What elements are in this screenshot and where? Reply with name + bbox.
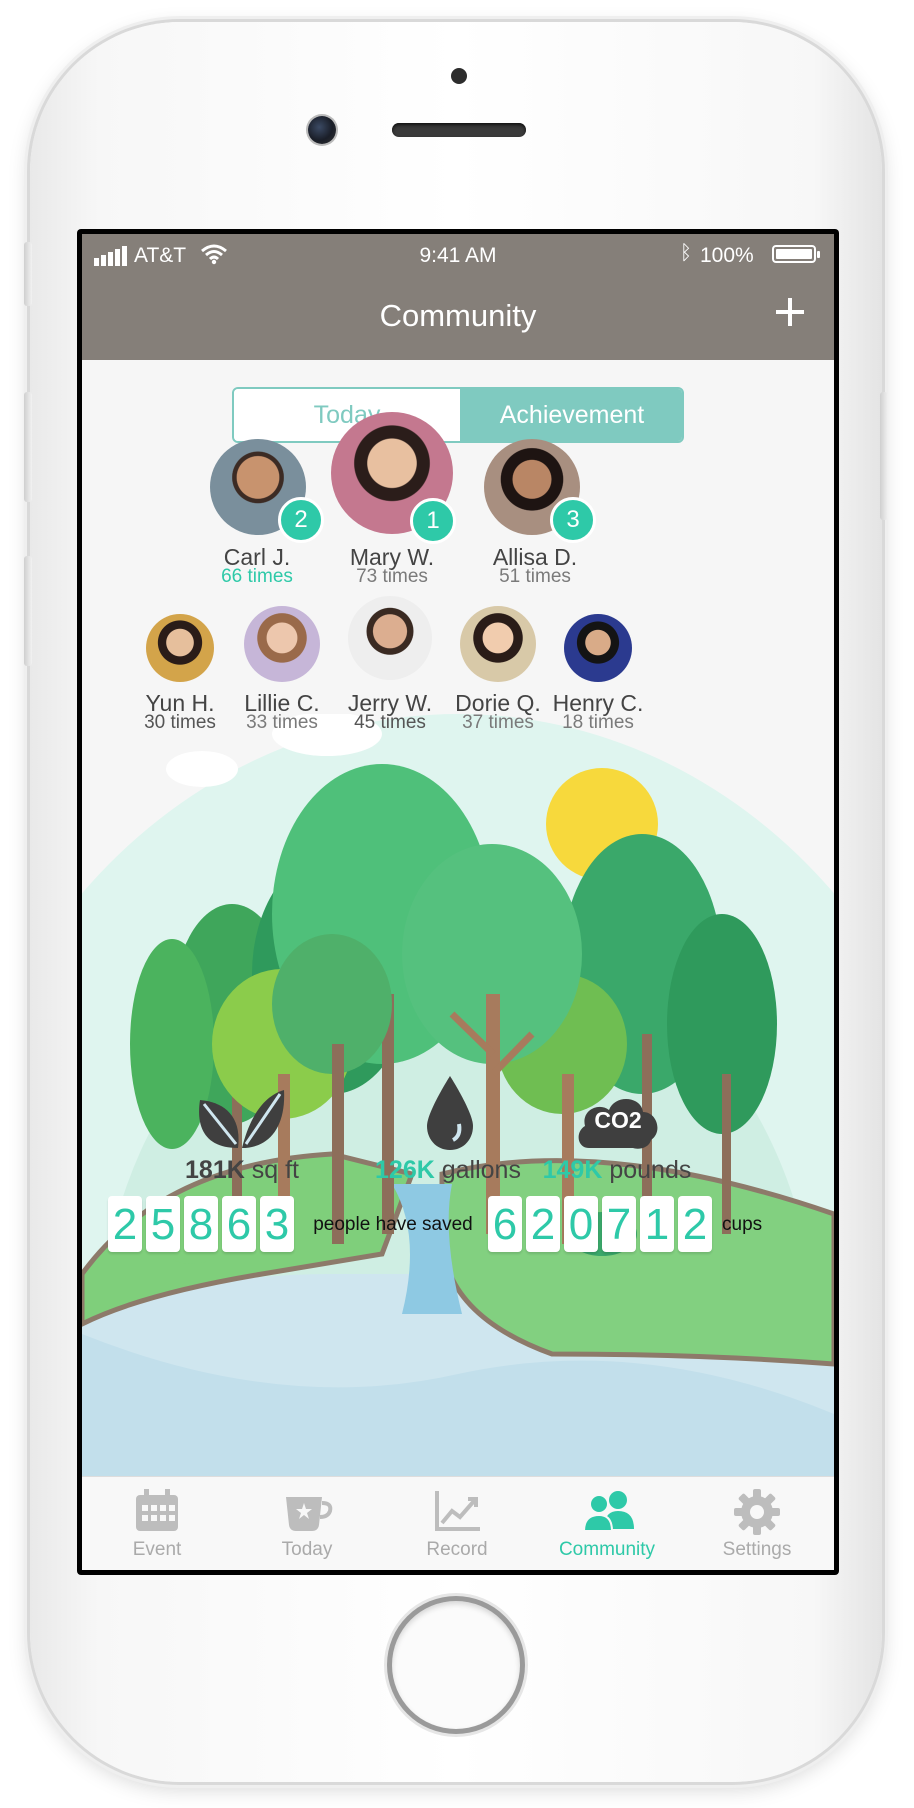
counter-digit: 2 — [526, 1196, 560, 1252]
tab-community[interactable]: Community — [532, 1477, 682, 1570]
rank-badge: 1 — [410, 498, 456, 544]
rank-badge: 2 — [278, 497, 324, 543]
battery-icon — [772, 245, 820, 263]
page-title: Community — [379, 298, 537, 333]
proximity-sensor — [451, 68, 467, 84]
tab-label: Community — [558, 1539, 656, 1560]
volume-up-button — [24, 392, 32, 502]
gear-icon — [734, 1489, 780, 1535]
counter-digit: 5 — [146, 1196, 180, 1252]
user-times: 66 times — [221, 566, 293, 587]
avatar-lillie[interactable] — [244, 606, 320, 682]
stat-co2-unit: pounds — [609, 1156, 692, 1184]
segmented-control: Today Achievement — [232, 387, 684, 443]
counter-digit: 6 — [222, 1196, 256, 1252]
counter-digit: 7 — [602, 1196, 636, 1252]
avatar-henry[interactable] — [564, 614, 632, 682]
user-times: 33 times — [246, 712, 318, 733]
user-times: 73 times — [356, 566, 428, 587]
people-saved-label: people have saved — [313, 1214, 473, 1235]
earpiece-speaker — [392, 123, 526, 137]
stat-water-value: 126K — [375, 1156, 435, 1184]
coffee-cup-icon — [286, 1497, 333, 1531]
chart-line-icon — [435, 1491, 480, 1531]
counter-digit: 2 — [678, 1196, 712, 1252]
mute-switch — [24, 242, 32, 306]
counter-digit: 6 — [488, 1196, 522, 1252]
cups-label: cups — [722, 1214, 763, 1235]
tab-label: Record — [426, 1539, 488, 1560]
leaf-icon — [199, 1090, 285, 1148]
water-drop-icon — [427, 1076, 473, 1150]
bluetooth-icon: ᛒ — [680, 242, 692, 264]
power-button — [880, 392, 888, 520]
users-icon — [584, 1491, 634, 1532]
status-bar: AT&T 9:41 AM ᛒ 100% — [82, 234, 834, 276]
co2-label: CO2 — [594, 1107, 642, 1133]
tab-settings[interactable]: Settings — [682, 1477, 832, 1570]
counter-digit: 3 — [260, 1196, 294, 1252]
navigation-bar: Community — [82, 276, 834, 360]
front-camera — [308, 116, 336, 144]
stat-water-unit: gallons — [441, 1156, 521, 1184]
counter-digit: 8 — [184, 1196, 218, 1252]
tab-achievement-segment[interactable]: Achievement — [460, 389, 682, 441]
counter-digit: 0 — [564, 1196, 598, 1252]
counter-digit: 2 — [108, 1196, 142, 1252]
home-button[interactable] — [392, 1601, 520, 1729]
stat-area-unit: sq ft — [251, 1156, 299, 1184]
user-times: 45 times — [354, 712, 426, 733]
battery-label: 100% — [700, 244, 754, 267]
tab-label: Today — [281, 1539, 333, 1560]
tab-event[interactable]: Event — [82, 1477, 232, 1570]
tab-bar: Event Today Record Community Settings — [82, 1476, 834, 1570]
stat-co2: 149K pounds — [517, 1156, 717, 1185]
volume-down-button — [24, 556, 32, 666]
user-times: 51 times — [499, 566, 571, 587]
tab-today[interactable]: Today — [232, 1477, 382, 1570]
stat-area: 181K sq ft — [142, 1156, 342, 1185]
tab-label: Settings — [722, 1539, 792, 1560]
tab-record[interactable]: Record — [382, 1477, 532, 1570]
calendar-icon — [136, 1489, 178, 1531]
avatar-dorie[interactable] — [460, 606, 536, 682]
app-screen: AT&T 9:41 AM ᛒ 100% Community Today Achi… — [82, 234, 834, 1570]
add-icon[interactable] — [768, 290, 812, 334]
user-times: 18 times — [562, 712, 634, 733]
stat-area-value: 181K — [185, 1156, 245, 1184]
tab-label: Event — [132, 1539, 182, 1560]
stat-co2-value: 149K — [542, 1156, 603, 1184]
counter-digit: 1 — [640, 1196, 674, 1252]
avatar-yun[interactable] — [146, 614, 214, 682]
rank-badge: 3 — [550, 497, 596, 543]
avatar-jerry[interactable] — [348, 596, 432, 680]
